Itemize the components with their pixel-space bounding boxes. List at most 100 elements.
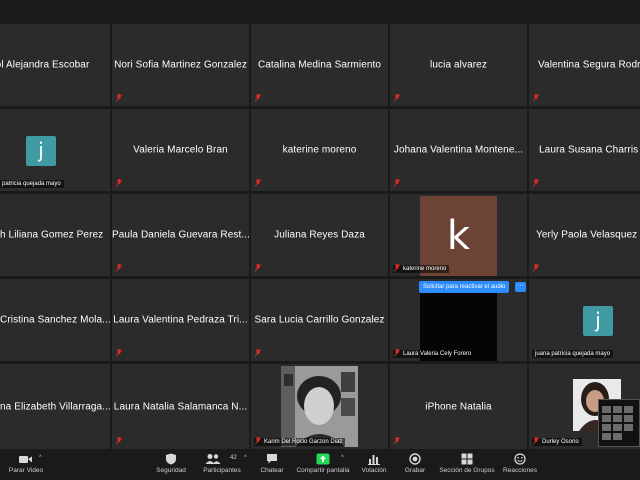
mic-muted-icon [116, 94, 122, 102]
participant-name: Juliana Reyes Daza [274, 229, 365, 241]
share-screen-label: Compartir pantalla [296, 467, 350, 474]
participant-tile[interactable]: Sara Lucia Carrillo Gonzalez [251, 279, 388, 361]
mic-muted-icon [255, 349, 261, 357]
mic-muted-icon [394, 179, 400, 187]
thumbnail-cell [602, 406, 611, 413]
participant-tile[interactable]: Catalina Medina Sarmiento [251, 24, 388, 106]
thumbnail-cell [613, 433, 622, 440]
caret-up-icon[interactable]: ^ [244, 455, 247, 461]
participant-tile[interactable]: Valentina Segura Rodrig [529, 24, 640, 106]
breakout-rooms-button[interactable]: Sección de Grupos [438, 453, 496, 474]
chat-button[interactable]: Chatear [256, 453, 288, 474]
poll-label: Votación [361, 467, 387, 474]
thumbnail-cell [624, 424, 633, 431]
participant-name: Johana Valentina Montene... [393, 144, 524, 156]
mic-muted-icon [116, 437, 122, 445]
participant-name: Yerly Paola Velasquez To [536, 229, 640, 241]
thumbnail-cell [602, 424, 611, 431]
participant-name: Valeria Marcelo Bran [133, 144, 228, 156]
poll-button[interactable]: Votación [358, 453, 390, 474]
self-view-thumbnail[interactable] [598, 399, 640, 447]
reactions-label: Reacciones [503, 467, 537, 474]
more-options-button[interactable]: ··· [515, 282, 526, 292]
participant-tile[interactable]: Cristina Sanchez Mola... [0, 279, 110, 361]
thumbnail-cell [624, 406, 633, 413]
participants-count: 42 [230, 455, 237, 461]
reactions-button[interactable]: Reacciones [500, 453, 540, 474]
request-unmute-tooltip[interactable]: Solicitar para reactivar el audio [419, 281, 510, 293]
participant-tile[interactable]: Nori Sofia Martinez Gonzalez [112, 24, 249, 106]
meeting-toolbar: Parar Video ^ Seguridad Participantes 42… [0, 449, 640, 480]
share-screen-icon [316, 453, 330, 465]
participant-tile[interactable]: lucia alvarez [390, 24, 527, 106]
top-bar [0, 0, 640, 24]
participant-tile[interactable]: katerine moreno [251, 109, 388, 191]
mic-muted-icon [255, 179, 261, 187]
participant-photo [281, 366, 358, 447]
caret-up-icon[interactable]: ^ [341, 455, 344, 461]
record-label: Grabar [404, 467, 426, 474]
participants-label: Participantes [203, 467, 241, 474]
participant-name: Sara Lucia Carrillo Gonzalez [254, 314, 385, 326]
participant-name: na Elizabeth Villarraga... [0, 401, 110, 412]
participant-name: col Alejandra Escobar [0, 59, 90, 71]
participant-tile[interactable]: Johana Valentina Montene... [390, 109, 527, 191]
participant-tile[interactable]: j patricia quejada mayo [0, 109, 110, 191]
mic-muted-icon [116, 349, 122, 357]
caret-up-icon[interactable]: ^ [39, 455, 42, 461]
mic-muted-icon [255, 94, 261, 102]
participant-tile[interactable]: Laura Susana Charris P [529, 109, 640, 191]
thumbnail-cell [624, 415, 633, 422]
participants-button[interactable]: Participantes [199, 453, 245, 474]
participant-tile[interactable]: col Alejandra Escobar [0, 24, 110, 106]
participant-tile[interactable]: Yerly Paola Velasquez To [529, 194, 640, 276]
chat-bubble-icon [267, 454, 277, 464]
participant-tile[interactable]: Valeria Marcelo Bran [112, 109, 249, 191]
participant-name: Cristina Sanchez Mola... [0, 314, 110, 326]
thumbnail-cell [613, 424, 622, 431]
participant-name: Catalina Medina Sarmiento [257, 59, 382, 71]
breakout-rooms-icon [461, 453, 473, 465]
participant-tile[interactable]: Laura Valentina Pedraza Tri... [112, 279, 249, 361]
security-button[interactable]: Seguridad [151, 453, 191, 474]
participant-caption: patricia quejada mayo [0, 180, 64, 188]
thumbnail-cell [613, 406, 622, 413]
mic-muted-icon [533, 264, 539, 272]
breakout-rooms-label: Sección de Grupos [439, 467, 495, 474]
participant-name: Valentina Segura Rodrig [538, 59, 640, 71]
participant-name: Nori Sofia Martinez Gonzalez [114, 59, 247, 71]
participant-tile[interactable]: iPhone Natalia [390, 364, 527, 449]
participant-name: iPhone Natalia [425, 401, 492, 412]
participant-name: katerine moreno [282, 144, 357, 156]
participant-tile[interactable]: Laura Natalia Salamanca N... [112, 364, 249, 449]
participant-caption: Durley Osorio [532, 438, 582, 446]
reactions-icon [514, 453, 526, 465]
participant-name: Paula Daniela Guevara Rest... [112, 229, 249, 241]
mic-muted-icon [533, 437, 539, 445]
record-icon [409, 453, 421, 465]
poll-chart-icon [368, 455, 380, 465]
gallery-grid: col Alejandra Escobar Nori Sofia Martine… [0, 24, 640, 449]
mic-muted-icon [255, 264, 261, 272]
thumbnail-cell [602, 433, 611, 440]
mic-muted-icon [533, 179, 539, 187]
mic-muted-icon [255, 437, 261, 445]
participant-tile[interactable]: k katerine moreno [390, 194, 527, 276]
participant-name: lucia alvarez [430, 59, 487, 71]
participant-tile[interactable]: Karim Del Rocio Garzon Diaz [251, 364, 388, 449]
participant-tile[interactable]: j juana patricia quejada mayo [529, 279, 640, 361]
participant-tile[interactable]: h Liliana Gomez Perez [0, 194, 110, 276]
participant-caption: Laura Valeria Cely Forero [393, 350, 475, 358]
record-button[interactable]: Grabar [400, 453, 430, 474]
participant-name: Laura Susana Charris P [539, 144, 640, 156]
avatar: j [26, 136, 56, 166]
mic-muted-icon [394, 264, 400, 272]
participant-caption: juana patricia quejada mayo [532, 350, 614, 358]
video-camera-icon [19, 456, 32, 463]
video-feed [281, 366, 358, 447]
participant-tile[interactable]: Paula Daniela Guevara Rest... [112, 194, 249, 276]
participant-tile[interactable]: na Elizabeth Villarraga... [0, 364, 110, 449]
participant-tile[interactable]: Juliana Reyes Daza [251, 194, 388, 276]
mic-muted-icon [533, 94, 539, 102]
chat-label: Chatear [260, 467, 284, 474]
